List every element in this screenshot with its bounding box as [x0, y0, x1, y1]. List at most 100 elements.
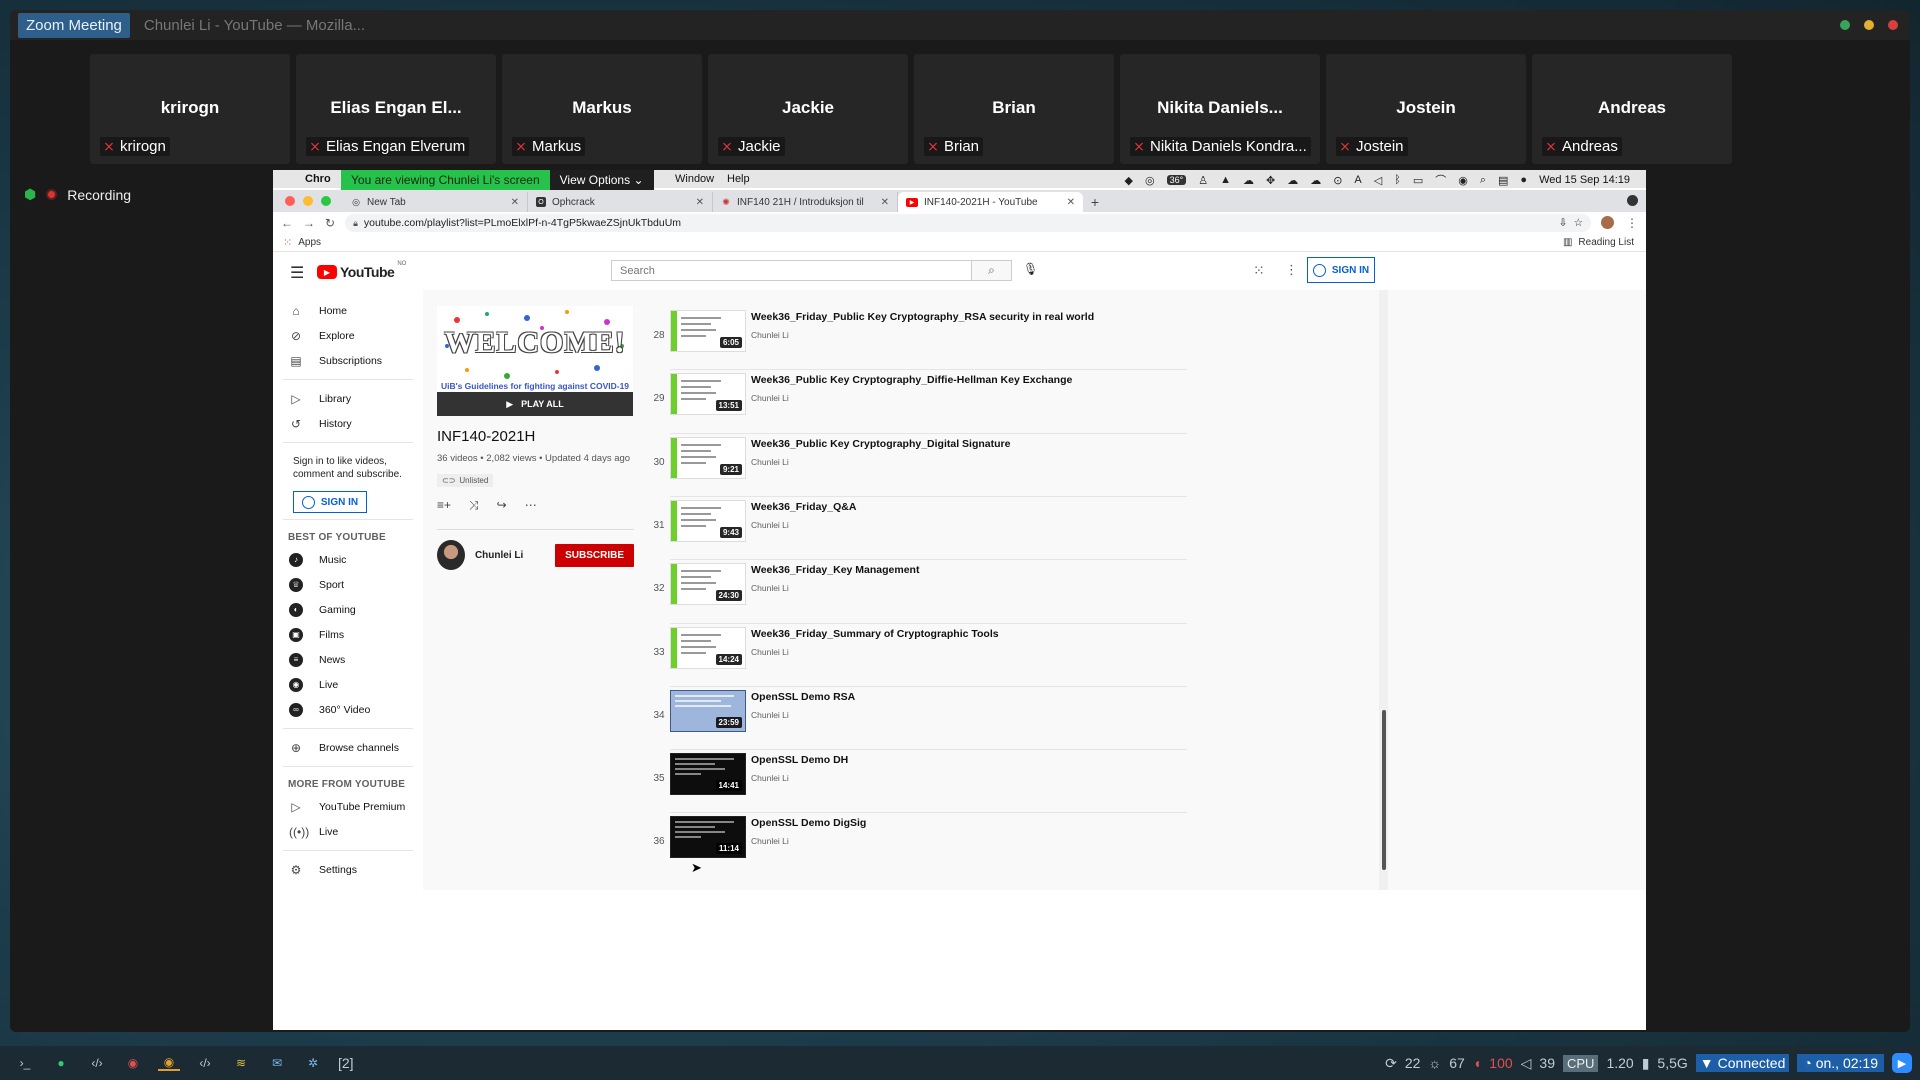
playlist-video-item[interactable]: 31 9:43 Week36_Friday_Q&A Chunlei Li [648, 495, 1188, 563]
youtube-logo[interactable]: ▶ YouTube NO [317, 261, 406, 280]
subscribe-button[interactable]: SUBSCRIBE [555, 543, 634, 567]
url-text[interactable]: youtube.com/playlist?list=PLmoElxlPf-n-4… [364, 217, 681, 229]
menu-window[interactable]: Window [675, 173, 714, 185]
search-input[interactable] [611, 260, 972, 281]
workspace-indicator[interactable]: [2] [338, 1055, 354, 1071]
tab-search-icon[interactable] [1627, 195, 1638, 206]
new-tab-button[interactable]: + [1083, 192, 1107, 212]
sidebar-item-home[interactable]: ⌂ Home [273, 298, 423, 323]
participant-tile[interactable]: Jackie ⨯ Jackie [708, 54, 908, 164]
menu-help[interactable]: Help [727, 173, 750, 185]
play-all-button[interactable]: ▶ PLAY ALL [437, 392, 633, 416]
spotlight-icon[interactable]: ⌕ [1480, 174, 1486, 187]
participant-tile[interactable]: Brian ⨯ Brian [914, 54, 1114, 164]
security-shield-icon[interactable]: ⬢ [24, 186, 36, 203]
youtube-apps-icon[interactable]: ⁙ [1253, 262, 1265, 279]
close-button[interactable] [1888, 20, 1898, 30]
battery-value[interactable]: 100 [1489, 1055, 1512, 1071]
video-thumbnail[interactable]: 14:24 [670, 626, 746, 669]
video-thumbnail[interactable]: 11:14 [670, 816, 746, 859]
browser-close-button[interactable] [285, 196, 295, 206]
video-thumbnail[interactable]: 9:43 [670, 499, 746, 542]
zoom-app-title[interactable]: Zoom Meeting [18, 12, 130, 38]
tab-inf140-mitt-uib[interactable]: ✺ INF140 21H / Introduksjon til da ✕ [713, 192, 898, 212]
video-title[interactable]: OpenSSL Demo DH [751, 753, 848, 767]
video-thumbnail[interactable]: 6:05 [670, 310, 746, 352]
sidebar-item-films[interactable]: ▣ Films [273, 622, 423, 647]
participant-tile[interactable]: Nikita Daniels... ⨯ Nikita Daniels Kondra.… [1120, 54, 1320, 164]
participant-tile[interactable]: Andreas ⨯ Andreas [1532, 54, 1732, 164]
reload-icon[interactable]: ↻ [325, 216, 335, 230]
spotify-icon[interactable]: ● [50, 1056, 72, 1070]
temperature-badge[interactable]: 36° [1166, 175, 1187, 185]
video-title[interactable]: Week36_Public Key Cryptography_Digital S… [751, 437, 1010, 451]
video-channel[interactable]: Chunlei Li [751, 393, 1072, 403]
terminal-icon[interactable]: ›_ [14, 1056, 36, 1070]
video-thumbnail[interactable]: 24:30 [670, 563, 746, 606]
owner-avatar[interactable] [437, 540, 465, 570]
video-channel[interactable]: Chunlei Li [751, 647, 999, 657]
firefox-launcher-icon[interactable]: ◉ [158, 1055, 180, 1071]
video-channel[interactable]: Chunlei Li [751, 457, 1010, 467]
tab-new-tab[interactable]: ◎ New Tab ✕ [343, 192, 528, 212]
shuffle-icon[interactable]: ⤨ [469, 498, 479, 513]
sidebar-item-explore[interactable]: ⊘ Explore [273, 323, 423, 348]
bookmark-apps[interactable]: Apps [298, 237, 321, 248]
more-actions-icon[interactable]: ⋯ [525, 498, 537, 513]
video-title[interactable]: OpenSSL Demo RSA [751, 690, 855, 704]
playlist-video-item[interactable]: 35 14:41 OpenSSL Demo DH Chunlei Li [648, 749, 1188, 816]
video-title[interactable]: Week36_Friday_Key Management [751, 563, 919, 577]
playlist-video-item[interactable]: 28 6:05 Week36_Friday_Public Key Cryptogra… [648, 310, 1188, 373]
sidebar-item-youtube-premium[interactable]: ▷ YouTube Premium [273, 794, 423, 819]
move-icon[interactable]: ✥ [1266, 174, 1275, 187]
playlist-video-item[interactable]: 34 23:59 OpenSSL Demo RSA Chunlei Li [648, 685, 1188, 753]
dev-tools-icon[interactable]: ‹/› [194, 1056, 216, 1070]
code-editor-icon[interactable]: ‹/› [86, 1056, 108, 1070]
wifi-icon[interactable]: ⌒ [1435, 172, 1446, 188]
profile-avatar-icon[interactable] [1601, 216, 1614, 229]
browser-menu-icon[interactable]: ⋮ [1626, 216, 1638, 230]
volume-icon[interactable]: ◁ [1374, 174, 1382, 187]
video-channel[interactable]: Chunlei Li [751, 583, 919, 593]
tab-close-icon[interactable]: ✕ [696, 197, 704, 208]
video-channel[interactable]: Chunlei Li [751, 836, 866, 846]
minimize-button[interactable] [1840, 20, 1850, 30]
tab-youtube[interactable]: ▶ INF140-2021H - YouTube ✕ [898, 192, 1083, 212]
mac-datetime[interactable]: Wed 15 Sep 14:19 [1539, 174, 1630, 186]
video-title[interactable]: Week36_Friday_Q&A [751, 500, 856, 514]
volume-value[interactable]: 39 [1539, 1055, 1555, 1071]
sidebar-item-360-video[interactable]: ∞ 360° Video [273, 697, 423, 722]
share-icon[interactable]: ↪ [497, 498, 507, 513]
video-channel[interactable]: Chunlei Li [751, 520, 856, 530]
cloud-icon[interactable]: ☁ [1310, 174, 1321, 187]
bookmark-star-icon[interactable]: ☆ [1574, 217, 1583, 229]
sidebar-item-subscriptions[interactable]: ▤ Subscriptions [273, 348, 423, 373]
user-status-icon[interactable]: ♙ [1198, 174, 1208, 187]
network-manager-icon[interactable]: ≋ [230, 1056, 252, 1070]
sidebar-item-settings[interactable]: ⚙ Settings [273, 857, 423, 882]
install-icon[interactable]: ⇩ [1559, 217, 1568, 229]
chrome-launcher-icon[interactable]: ◉ [122, 1056, 144, 1070]
slack-icon[interactable]: ✲ [302, 1056, 324, 1070]
tab-close-icon[interactable]: ✕ [511, 197, 519, 208]
sidebar-item-music[interactable]: ♪ Music [273, 547, 423, 572]
video-thumbnail[interactable]: 23:59 [670, 689, 746, 732]
sidebar-item-live-more[interactable]: ((•)) Live [273, 819, 423, 844]
video-channel[interactable]: Chunlei Li [751, 330, 1094, 340]
input-source-icon[interactable]: A [1354, 174, 1361, 186]
drive-icon[interactable]: ▲ [1220, 174, 1231, 186]
tab-ophcrack[interactable]: O Ophcrack ✕ [528, 192, 713, 212]
participant-tile[interactable]: krirogn ⨯ krirogn [90, 54, 290, 164]
siri-icon[interactable]: ● [1520, 174, 1527, 186]
playlist-video-item[interactable]: 29 13:51 Week36_Public Key Cryptography_Di… [648, 369, 1188, 436]
hamburger-menu-icon[interactable]: ☰ [290, 263, 304, 283]
cloud-sync-icon[interactable]: ☁ [1243, 174, 1254, 187]
participant-tile[interactable]: Markus ⨯ Markus [502, 54, 702, 164]
user-switch-icon[interactable]: ◉ [1458, 174, 1468, 187]
sidebar-item-library[interactable]: ▷ Library [273, 386, 423, 411]
address-bar[interactable]: 🔒︎ youtube.com/playlist?list=PLmoElxlPf-… [345, 214, 1591, 232]
playlist-video-item[interactable]: 33 14:24 Week36_Friday_Summary of Cryptogr… [648, 622, 1188, 690]
playlist-video-item[interactable]: 32 24:30 Week36_Friday_Key Management Chunl… [648, 559, 1188, 626]
sidebar-item-sport[interactable]: ♕ Sport [273, 572, 423, 597]
brightness-value[interactable]: 67 [1449, 1055, 1465, 1071]
